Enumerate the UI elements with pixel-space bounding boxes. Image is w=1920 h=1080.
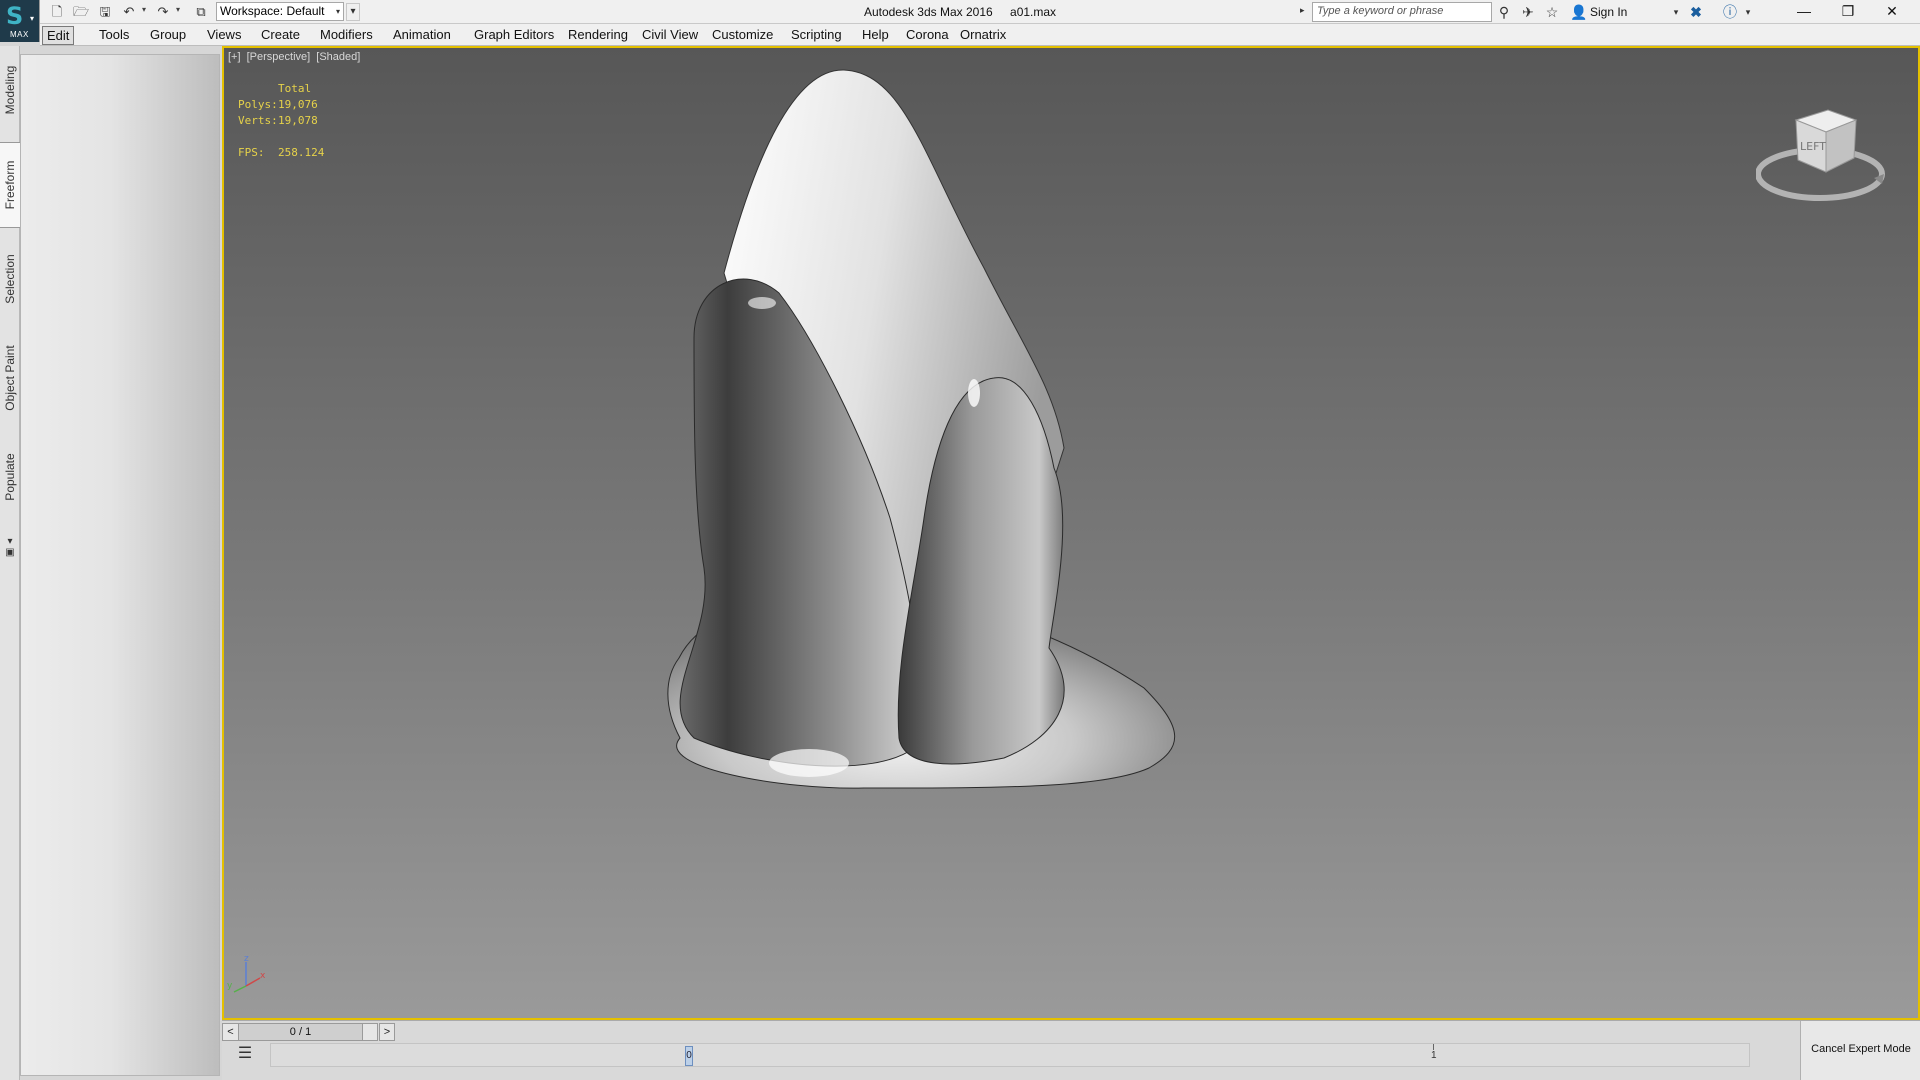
mini-curve-editor-icon[interactable]: ☰ <box>234 1043 256 1065</box>
viewport-label[interactable]: [+] [Perspective] [Shaded] <box>228 51 363 63</box>
viewport-shading-label[interactable]: [Shaded] <box>316 51 363 63</box>
favorites-star-icon[interactable]: ☆ <box>1542 2 1562 22</box>
chevron-down-icon: ▾ <box>335 7 340 16</box>
ribbon-tab-strip: Modeling Freeform Selection Object Paint… <box>0 46 20 1080</box>
menu-civil-view[interactable]: Civil View <box>638 26 702 45</box>
ribbon-tab-label: Selection <box>3 254 17 304</box>
axis-y-label: y <box>227 981 233 991</box>
sign-in-dropdown-icon[interactable]: ▾ <box>1666 2 1686 22</box>
time-slider-next-button[interactable]: > <box>379 1023 395 1041</box>
search-input[interactable]: Type a keyword or phrase <box>1312 2 1492 22</box>
mesh-highlight <box>769 749 849 777</box>
time-slider[interactable]: < 0 / 1 > <box>222 1023 395 1041</box>
stats-header: Total <box>278 82 312 95</box>
exchange-apps-icon[interactable]: ✖ <box>1686 2 1706 22</box>
binoculars-icon[interactable]: ⚲ <box>1494 2 1514 22</box>
mesh-highlight <box>748 297 776 309</box>
menu-scripting[interactable]: Scripting <box>787 26 846 45</box>
ribbon-tab-object-paint[interactable]: Object Paint <box>0 330 20 426</box>
viewcube-icon[interactable]: LEFT <box>1756 102 1896 212</box>
stats-verts-row: Verts:19,078 <box>238 114 318 127</box>
stats-fps-label: FPS: <box>238 146 265 159</box>
ribbon-toggle-icon[interactable]: ▾ ▣ <box>4 536 16 562</box>
sign-in-button[interactable]: Sign In <box>1590 2 1627 22</box>
minimize-icon[interactable]: — <box>1782 0 1826 24</box>
help-icon[interactable]: ⓘ <box>1720 2 1740 22</box>
menu-edit[interactable]: Edit <box>42 26 75 45</box>
workspace-label: Workspace: Default <box>220 4 325 18</box>
quick-access-customize-icon[interactable]: ▾ <box>346 3 360 21</box>
undo-dropdown-icon[interactable]: ▾ <box>142 5 146 14</box>
stats-polys-value: 19,076 <box>278 98 318 111</box>
track-bar[interactable]: 0 1 <box>270 1043 1750 1067</box>
project-folder-icon[interactable]: ⧉ <box>192 3 210 21</box>
new-file-icon[interactable]: 🗋 <box>48 3 66 21</box>
save-icon[interactable]: 🖫 <box>96 3 114 21</box>
stats-verts-label: Verts: <box>238 114 278 127</box>
menu-modifiers[interactable]: Modifiers <box>316 26 377 45</box>
workspace-dropdown[interactable]: Workspace: Default ▾ <box>216 2 344 21</box>
time-slider-thumb[interactable]: 0 / 1 <box>239 1024 363 1040</box>
ribbon-tab-label: Freeform <box>3 160 17 210</box>
viewport-menu-plus[interactable]: [+] <box>228 51 244 63</box>
menu-tools[interactable]: Tools <box>95 26 133 45</box>
application-menu-button[interactable]: S ▾ MAX <box>0 0 40 42</box>
stats-fps-row: FPS: 258.124 <box>238 146 324 159</box>
menu-views[interactable]: Views <box>203 26 245 45</box>
close-icon[interactable]: ✕ <box>1870 0 1914 24</box>
viewcube-face-label[interactable]: LEFT <box>1800 140 1826 153</box>
viewport-pov-label[interactable]: [Perspective] <box>247 51 314 63</box>
ribbon-tab-selection[interactable]: Selection <box>0 236 20 322</box>
track-bar-frame-marker[interactable]: 0 <box>685 1046 693 1066</box>
menu-bar: Edit Tools Group Views Create Modifiers … <box>40 24 1920 46</box>
ribbon-tab-label: Populate <box>3 453 17 501</box>
shaded-mesh-model <box>667 69 1176 789</box>
stats-verts-value: 19,078 <box>278 114 318 127</box>
stats-polys-label: Polys: <box>238 98 278 111</box>
menu-group[interactable]: Group <box>146 26 190 45</box>
axis-tripod-icon: z x y <box>227 954 266 993</box>
title-bar: Autodesk 3ds Max 2016 a01.max 🗋 🗁 🖫 ↶ ▾ … <box>0 0 1920 24</box>
menu-rendering[interactable]: Rendering <box>564 26 632 45</box>
menu-corona[interactable]: Corona <box>902 26 953 45</box>
menu-graph-editors[interactable]: Graph Editors <box>470 26 558 45</box>
ribbon-tab-populate[interactable]: Populate <box>0 434 20 520</box>
max-logo-icon: S <box>6 2 24 30</box>
search-expand-icon[interactable]: ▸ <box>1300 5 1305 16</box>
redo-icon[interactable]: ↷ <box>154 3 172 21</box>
stats-fps-value: 258.124 <box>278 146 325 159</box>
menu-animation[interactable]: Animation <box>389 26 455 45</box>
open-file-icon[interactable]: 🗁 <box>72 3 90 21</box>
ribbon-tab-modeling[interactable]: Modeling <box>0 50 20 130</box>
restore-icon[interactable]: ❐ <box>1826 0 1870 24</box>
menu-customize[interactable]: Customize <box>708 26 777 45</box>
ribbon-tab-freeform[interactable]: Freeform <box>0 142 20 228</box>
perspective-viewport[interactable]: [+] [Perspective] [Shaded] Total Polys:1… <box>222 46 1920 1020</box>
menu-help[interactable]: Help <box>858 26 893 45</box>
cancel-expert-mode-button[interactable]: Cancel Expert Mode <box>1801 1043 1920 1055</box>
mesh-highlight <box>968 379 980 407</box>
logo-label: MAX <box>10 30 29 39</box>
file-name: a01.max <box>1010 5 1057 19</box>
ribbon-tab-label: Modeling <box>3 65 17 115</box>
timeline-area: < 0 / 1 > ☰ 0 1 Cancel Expert Mode <box>222 1020 1920 1080</box>
undo-icon[interactable]: ↶ <box>120 3 138 21</box>
ribbon-panel <box>20 54 220 1076</box>
axis-z-label: z <box>244 954 249 964</box>
expert-mode-area: Cancel Expert Mode <box>1800 1021 1920 1080</box>
track-bar-tick-label: 1 <box>1431 1044 1437 1061</box>
communication-center-icon[interactable]: ✈ <box>1518 2 1538 22</box>
menu-create[interactable]: Create <box>257 26 304 45</box>
ribbon-tab-label: Object Paint <box>3 345 17 411</box>
time-slider-prev-button[interactable]: < <box>223 1024 239 1040</box>
app-title: Autodesk 3ds Max 2016 <box>863 5 993 19</box>
help-dropdown-icon[interactable]: ▾ <box>1738 2 1758 22</box>
stats-polys-row: Polys:19,076 <box>238 98 318 111</box>
menu-ornatrix[interactable]: Ornatrix <box>956 26 1010 45</box>
redo-dropdown-icon[interactable]: ▾ <box>176 5 180 14</box>
chevron-down-icon: ▾ <box>30 14 35 23</box>
axis-x-label: x <box>260 971 266 981</box>
user-icon: 👤 <box>1570 4 1588 20</box>
